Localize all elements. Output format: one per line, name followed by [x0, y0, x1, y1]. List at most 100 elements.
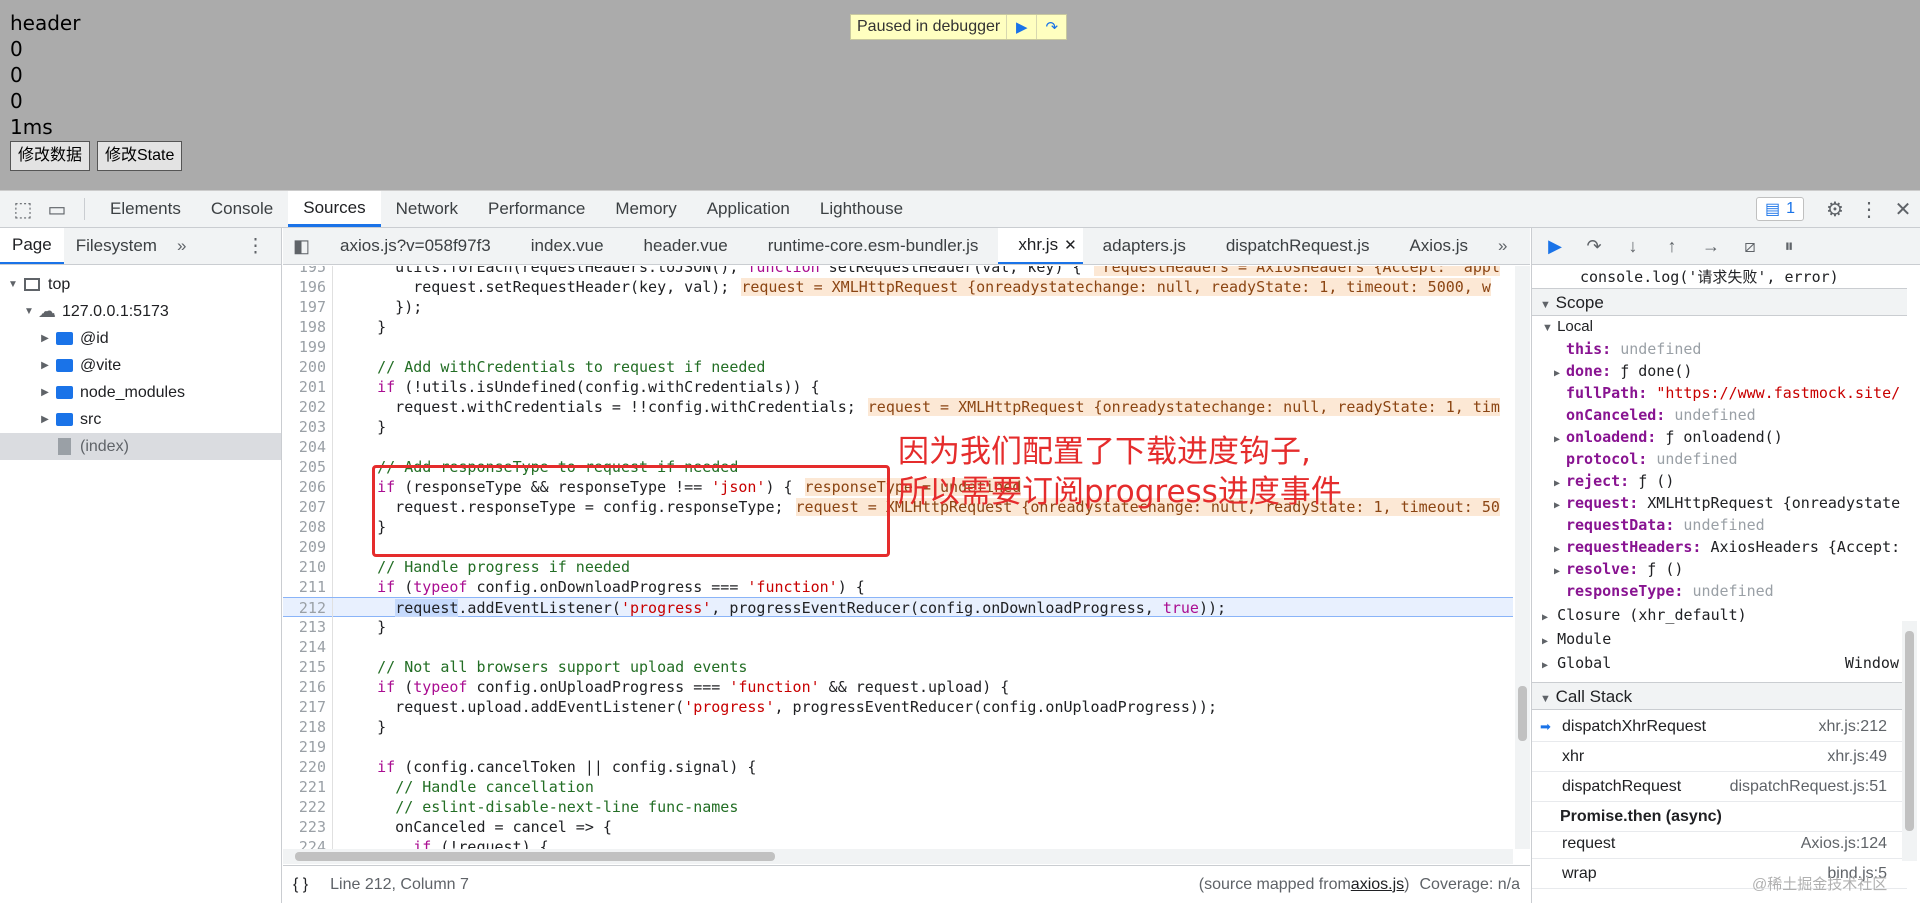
collapse-arrow-icon[interactable]: ▶: [38, 387, 52, 398]
tab-performance[interactable]: Performance: [473, 191, 600, 227]
line-number[interactable]: 221: [283, 777, 333, 797]
tab-filesystem[interactable]: Filesystem: [64, 228, 169, 264]
file-tab[interactable]: axios.js?v=058f97f3: [320, 228, 511, 264]
file-tab[interactable]: Axios.js: [1389, 228, 1488, 264]
tab-network[interactable]: Network: [381, 191, 473, 227]
resume-icon[interactable]: ▶: [1006, 15, 1036, 39]
line-number[interactable]: 214: [283, 637, 333, 657]
scope-variable[interactable]: onCanceled: undefined: [1532, 404, 1907, 426]
scope-local-header[interactable]: ▼ Local: [1532, 316, 1907, 338]
expand-arrow-icon[interactable]: ▼: [6, 279, 20, 290]
step-out-icon[interactable]: ↑: [1657, 231, 1687, 261]
file-tab[interactable]: runtime-core.esm-bundler.js: [748, 228, 999, 264]
tab-elements[interactable]: Elements: [95, 191, 196, 227]
line-number[interactable]: 205: [283, 457, 333, 477]
scope-variable[interactable]: ▶ reject: ƒ (): [1532, 470, 1907, 492]
collapse-arrow-icon[interactable]: ▶: [38, 360, 52, 371]
line-number[interactable]: 209: [283, 537, 333, 557]
line-number[interactable]: 197: [283, 297, 333, 317]
more-tabs-icon[interactable]: »: [169, 236, 194, 256]
more-tabs-icon[interactable]: »: [1488, 236, 1517, 256]
callstack-frame[interactable]: request Axios.js:124: [1532, 829, 1907, 859]
scope-variable[interactable]: ▶ request: XMLHttpRequest {onreadystate: [1532, 492, 1907, 514]
more-vert-icon[interactable]: ⋮: [1852, 191, 1886, 227]
more-vert-icon[interactable]: ⋮: [246, 235, 281, 258]
line-number[interactable]: 195: [283, 266, 333, 277]
code-editor[interactable]: 195 utils.forEach(requestHeaders.toJSON(…: [283, 266, 1513, 849]
device-toolbar-icon[interactable]: ▭: [40, 191, 74, 227]
scroll-thumb[interactable]: [1905, 631, 1914, 831]
toggle-navigator-icon[interactable]: ◧: [283, 236, 320, 257]
scope-variable[interactable]: protocol: undefined: [1532, 448, 1907, 470]
scope-closure[interactable]: ▶ Closure (xhr_default): [1532, 604, 1907, 626]
tree-item-folder[interactable]: ▶ node_modules: [0, 379, 281, 406]
file-tab-active[interactable]: xhr.js ✕: [998, 228, 1083, 264]
modify-data-button[interactable]: 修改数据: [10, 141, 91, 171]
tree-item-file[interactable]: (index): [0, 433, 281, 460]
callstack-section-header[interactable]: ▼ Call Stack: [1532, 682, 1907, 710]
tab-memory[interactable]: Memory: [600, 191, 691, 227]
callstack-frame[interactable]: ➡ dispatchXhrRequest xhr.js:212: [1532, 712, 1907, 742]
scope-global[interactable]: ▶ Global Window: [1532, 652, 1907, 674]
tab-lighthouse[interactable]: Lighthouse: [805, 191, 918, 227]
line-number[interactable]: 215: [283, 657, 333, 677]
line-number[interactable]: 206: [283, 477, 333, 497]
pretty-print-icon[interactable]: { }: [293, 876, 308, 894]
line-number[interactable]: 217: [283, 697, 333, 717]
line-number[interactable]: 213: [283, 617, 333, 637]
modify-state-button[interactable]: 修改State: [97, 141, 183, 171]
file-tab[interactable]: adapters.js: [1083, 228, 1206, 264]
tree-item-top[interactable]: ▼ top: [0, 271, 281, 298]
scroll-thumb[interactable]: [1518, 686, 1527, 741]
step-over-icon[interactable]: ↷: [1036, 15, 1066, 39]
gear-icon[interactable]: ⚙: [1818, 191, 1852, 227]
file-tab[interactable]: index.vue: [511, 228, 624, 264]
scope-variable[interactable]: ▶ resolve: ƒ (): [1532, 558, 1907, 580]
line-number[interactable]: 219: [283, 737, 333, 757]
tab-application[interactable]: Application: [692, 191, 805, 227]
scope-variable[interactable]: this: undefined: [1532, 338, 1907, 360]
issues-button[interactable]: ▤ 1: [1755, 197, 1804, 221]
scope-module[interactable]: ▶ Module: [1532, 628, 1907, 650]
close-icon[interactable]: ✕: [1886, 191, 1920, 227]
close-icon[interactable]: ✕: [1064, 236, 1077, 254]
inspect-element-icon[interactable]: ⬚: [6, 191, 40, 227]
line-number[interactable]: 218: [283, 717, 333, 737]
tree-item-folder[interactable]: ▶ @vite: [0, 352, 281, 379]
callstack-frame[interactable]: dispatchRequest dispatchRequest.js:51: [1532, 772, 1907, 802]
scope-variable[interactable]: ▶ done: ƒ done(): [1532, 360, 1907, 382]
line-number[interactable]: 222: [283, 797, 333, 817]
line-number[interactable]: 223: [283, 817, 333, 837]
line-number[interactable]: 212: [283, 598, 333, 618]
collapse-arrow-icon[interactable]: ▶: [38, 333, 52, 344]
scroll-thumb[interactable]: [295, 852, 775, 861]
tab-console[interactable]: Console: [196, 191, 288, 227]
line-number[interactable]: 202: [283, 397, 333, 417]
tree-item-folder[interactable]: ▶ @id: [0, 325, 281, 352]
tab-page[interactable]: Page: [0, 228, 64, 264]
scope-variable[interactable]: ▶ onloadend: ƒ onloadend(): [1532, 426, 1907, 448]
collapse-arrow-icon[interactable]: ▶: [38, 414, 52, 425]
line-number[interactable]: 208: [283, 517, 333, 537]
callstack-frame[interactable]: xhr xhr.js:49: [1532, 742, 1907, 772]
deactivate-breakpoints-icon[interactable]: ⧄: [1735, 231, 1765, 261]
scope-section-header[interactable]: ▼ Scope: [1532, 288, 1907, 316]
scope-variable[interactable]: ▶ requestHeaders: AxiosHeaders {Accept:: [1532, 536, 1907, 558]
source-map-link[interactable]: axios.js: [1351, 876, 1404, 894]
line-number[interactable]: 199: [283, 337, 333, 357]
vertical-scrollbar[interactable]: [1515, 266, 1530, 849]
file-tab[interactable]: header.vue: [624, 228, 748, 264]
line-number[interactable]: 210: [283, 557, 333, 577]
line-number[interactable]: 200: [283, 357, 333, 377]
pause-on-exceptions-icon[interactable]: ⏸: [1774, 231, 1804, 261]
horizontal-scrollbar[interactable]: [283, 849, 1513, 864]
step-over-icon[interactable]: ↷: [1579, 231, 1609, 261]
step-icon[interactable]: →: [1696, 231, 1726, 261]
tab-sources[interactable]: Sources: [288, 191, 381, 227]
line-number[interactable]: 211: [283, 577, 333, 597]
line-number[interactable]: 204: [283, 437, 333, 457]
tree-item-folder[interactable]: ▶ src: [0, 406, 281, 433]
scope-variable[interactable]: fullPath: "https://www.fastmock.site/: [1532, 382, 1907, 404]
line-number[interactable]: 201: [283, 377, 333, 397]
line-number[interactable]: 196: [283, 277, 333, 297]
